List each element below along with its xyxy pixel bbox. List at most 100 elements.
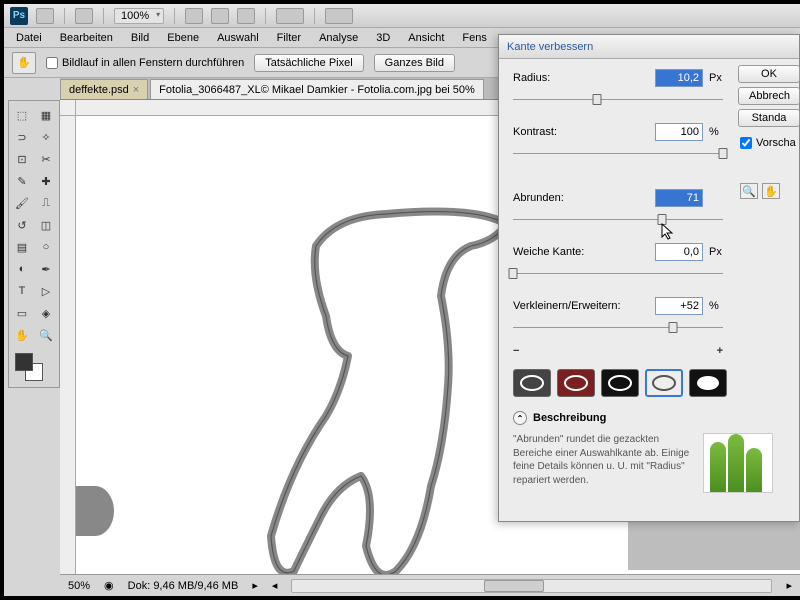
zoom-dropdown[interactable]: 100%	[114, 8, 164, 24]
ruler-vertical	[60, 116, 76, 574]
actual-pixels-button[interactable]: Tatsächliche Pixel	[254, 54, 363, 72]
path-tool-icon[interactable]: ▷	[35, 281, 57, 301]
close-icon[interactable]: ×	[133, 84, 139, 96]
minus-label: −	[513, 345, 519, 357]
preview-mode-overlay[interactable]	[557, 369, 595, 397]
gradient-tool-icon[interactable]: ▤	[11, 237, 33, 257]
feather-unit: Px	[709, 246, 727, 258]
layout-icon[interactable]	[75, 8, 93, 24]
menu-select[interactable]: Auswahl	[209, 30, 267, 46]
ruler-corner	[60, 100, 76, 116]
bridge-icon[interactable]	[36, 8, 54, 24]
smooth-slider[interactable]	[513, 211, 723, 229]
blur-tool-icon[interactable]: ○	[35, 237, 57, 257]
radius-input[interactable]	[655, 69, 703, 87]
lasso-tool-icon[interactable]: ⊃	[11, 127, 33, 147]
hand-icon: ✋	[12, 52, 36, 74]
ok-button[interactable]: OK	[738, 65, 800, 83]
screen-mode-icon[interactable]	[325, 8, 353, 24]
brush-tool-icon[interactable]: 🖌	[11, 193, 33, 213]
contrast-label: Kontrast:	[513, 126, 649, 138]
radius-label: Radius:	[513, 72, 649, 84]
hand-tool-icon[interactable]: ✋	[11, 325, 33, 345]
preview-checkbox[interactable]: Vorscha	[740, 137, 800, 149]
menu-window[interactable]: Fens	[454, 30, 494, 46]
fit-screen-button[interactable]: Ganzes Bild	[374, 54, 455, 72]
dialog-title: Kante verbessern	[499, 35, 799, 59]
dodge-tool-icon[interactable]: ◐	[11, 259, 33, 279]
description-heading: Beschreibung	[533, 412, 606, 424]
rotate-icon[interactable]	[237, 8, 255, 24]
radius-unit: Px	[709, 72, 727, 84]
scroll-all-checkbox[interactable]: Bildlauf in allen Fenstern durchführen	[46, 57, 244, 69]
slice-tool-icon[interactable]: ✂	[35, 149, 57, 169]
preview-mode-black[interactable]	[601, 369, 639, 397]
marquee-tool-icon[interactable]: ▦	[35, 105, 57, 125]
preview-mode-mask[interactable]	[689, 369, 727, 397]
hand-tool-icon[interactable]	[185, 8, 203, 24]
toolbox: ⬚▦ ⊃✧ ⊡✂ ✎✚ 🖌⎍ ↺◫ ▤○ ◐✒ T▷ ▭◈ ✋🔍	[8, 100, 60, 388]
menu-analysis[interactable]: Analyse	[311, 30, 366, 46]
preview-mode-white[interactable]	[645, 369, 683, 397]
feather-input[interactable]	[655, 243, 703, 261]
3d-tool-icon[interactable]: ◈	[35, 303, 57, 323]
arrange-icon[interactable]	[276, 8, 304, 24]
scroll-right-icon[interactable]: ▸	[786, 579, 792, 592]
status-doc: Dok: 9,46 MB/9,46 MB	[128, 580, 239, 592]
document-tab[interactable]: deffekte.psd ×	[60, 79, 148, 99]
collapse-icon[interactable]: ⌃	[513, 411, 527, 425]
expand-slider[interactable]	[513, 319, 723, 337]
contrast-slider[interactable]	[513, 145, 723, 163]
zoom-canvas-icon[interactable]: 🔍	[35, 325, 57, 345]
color-swatch[interactable]	[11, 351, 57, 383]
tab-label: deffekte.psd	[69, 84, 129, 96]
pen-tool-icon[interactable]: ✒	[35, 259, 57, 279]
panel-strip	[628, 522, 800, 570]
scroll-all-label: Bildlauf in allen Fenstern durchführen	[62, 57, 244, 69]
document-tab[interactable]: Fotolia_3066487_XL© Mikael Damkier - Fot…	[150, 79, 484, 99]
heal-tool-icon[interactable]: ✚	[35, 171, 57, 191]
expand-unit: %	[709, 300, 727, 312]
contrast-unit: %	[709, 126, 727, 138]
crop-tool-icon[interactable]: ⊡	[11, 149, 33, 169]
default-button[interactable]: Standa	[738, 109, 800, 127]
smooth-input[interactable]	[655, 189, 703, 207]
menu-layer[interactable]: Ebene	[159, 30, 207, 46]
expand-label: Verkleinern/Erweitern:	[513, 300, 649, 312]
shape-tool-icon[interactable]: ▭	[11, 303, 33, 323]
radius-slider[interactable]	[513, 91, 723, 109]
menu-file[interactable]: Datei	[8, 30, 50, 46]
hand-pan-icon[interactable]: ✋	[762, 183, 780, 199]
menu-filter[interactable]: Filter	[269, 30, 309, 46]
zoom-tool-icon[interactable]	[211, 8, 229, 24]
cancel-button[interactable]: Abbrech	[738, 87, 800, 105]
status-icon: ◉	[104, 579, 114, 592]
feather-label: Weiche Kante:	[513, 246, 649, 258]
move-tool-icon[interactable]: ⬚	[11, 105, 33, 125]
plus-label: +	[717, 345, 723, 357]
feather-slider[interactable]	[513, 265, 723, 283]
preview-mode-standard[interactable]	[513, 369, 551, 397]
scroll-left-icon[interactable]: ◂	[272, 579, 278, 592]
contrast-input[interactable]	[655, 123, 703, 141]
zoom-icon[interactable]: 🔍	[740, 183, 758, 199]
stamp-tool-icon[interactable]: ⎍	[35, 193, 57, 213]
history-brush-icon[interactable]: ↺	[11, 215, 33, 235]
status-zoom[interactable]: 50%	[68, 580, 90, 592]
description-preview	[703, 433, 773, 493]
tab-label: Fotolia_3066487_XL© Mikael Damkier - Fot…	[159, 84, 475, 96]
description-text: "Abrunden" rundet die gezackten Bereiche…	[513, 433, 693, 493]
eraser-tool-icon[interactable]: ◫	[35, 215, 57, 235]
horizontal-scrollbar[interactable]	[291, 579, 772, 593]
wand-tool-icon[interactable]: ✧	[35, 127, 57, 147]
refine-edge-dialog: Kante verbessern Radius: Px Kontrast: % …	[498, 34, 800, 522]
menu-3d[interactable]: 3D	[368, 30, 398, 46]
eyedropper-tool-icon[interactable]: ✎	[11, 171, 33, 191]
chevron-right-icon[interactable]: ▸	[252, 579, 258, 592]
expand-input[interactable]	[655, 297, 703, 315]
app-logo: Ps	[10, 7, 28, 25]
menu-edit[interactable]: Bearbeiten	[52, 30, 121, 46]
menu-view[interactable]: Ansicht	[400, 30, 452, 46]
type-tool-icon[interactable]: T	[11, 281, 33, 301]
menu-image[interactable]: Bild	[123, 30, 157, 46]
